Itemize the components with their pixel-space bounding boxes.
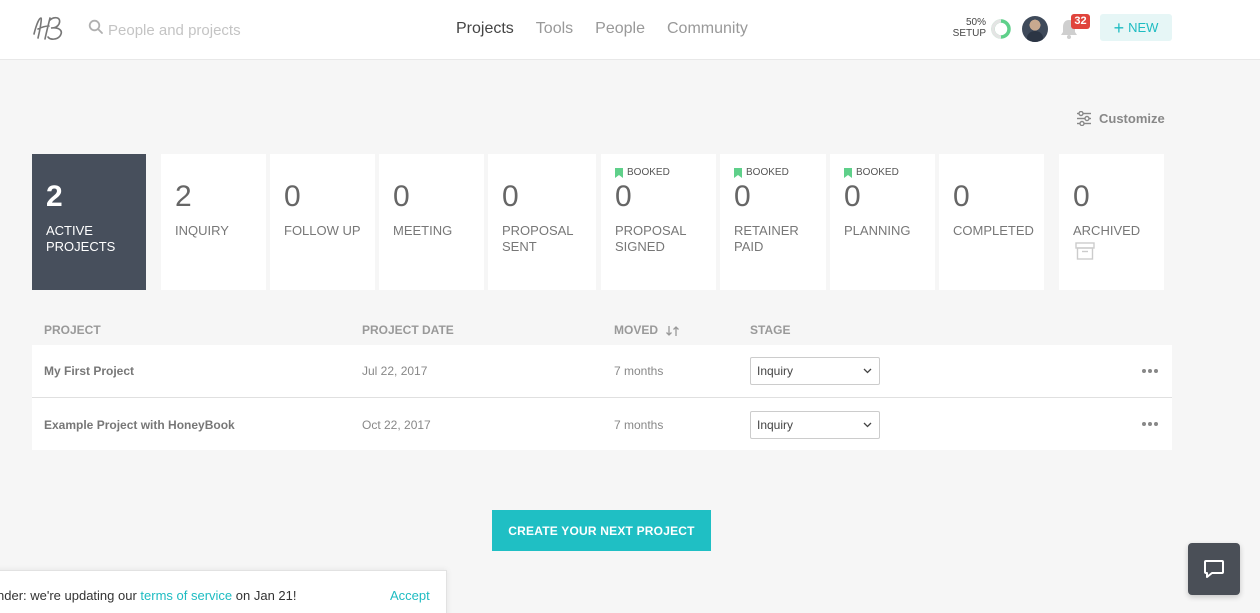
top-navigation-bar: Projects Tools People Community 50% SETU… <box>0 0 1260 60</box>
setup-percent: 50% <box>965 17 986 28</box>
stage-count: 0 <box>1073 180 1090 213</box>
nav-community[interactable]: Community <box>667 20 748 38</box>
booked-label: BOOKED <box>746 167 789 178</box>
project-moved: 7 months <box>614 418 664 432</box>
bookmark-icon <box>844 167 852 178</box>
stage-card-completed[interactable]: 0 COMPLETED <box>939 154 1044 290</box>
stage-card-archived[interactable]: 0 ARCHIVED <box>1059 154 1164 290</box>
project-moved: 7 months <box>614 364 664 378</box>
setup-text: SETUP <box>952 28 986 39</box>
stage-card-planning[interactable]: BOOKED 0 PLANNING <box>830 154 935 290</box>
stage-label: PLANNING <box>844 223 911 238</box>
chat-button[interactable] <box>1188 543 1240 595</box>
nav-projects[interactable]: Projects <box>456 20 514 38</box>
stage-label: ARCHIVED <box>1073 223 1141 238</box>
new-button-label: NEW <box>1128 20 1159 35</box>
chat-bubble-icon <box>1204 560 1224 578</box>
notice-suffix: on Jan 21! <box>232 588 297 603</box>
stage-card-inquiry[interactable]: 2 INQUIRY <box>161 154 266 290</box>
user-avatar[interactable] <box>1022 16 1048 42</box>
accept-button[interactable]: Accept <box>390 588 430 603</box>
project-date: Oct 22, 2017 <box>362 418 431 432</box>
archive-box-icon <box>1075 242 1095 260</box>
stage-count: 0 <box>615 180 632 213</box>
stage-label: ACTIVE PROJECTS <box>46 223 116 254</box>
column-header-stage[interactable]: STAGE <box>750 323 790 337</box>
stage-count: 0 <box>844 180 861 213</box>
sliders-icon <box>1077 111 1091 126</box>
column-header-moved[interactable]: MOVED <box>614 323 680 337</box>
stage-label: RETAINER PAID <box>734 223 799 254</box>
stage-card-proposal-sent[interactable]: 0 PROPOSAL SENT <box>488 154 596 290</box>
search-input[interactable] <box>108 17 308 43</box>
stage-count: 0 <box>953 180 970 213</box>
booked-label: BOOKED <box>627 167 670 178</box>
stage-select[interactable]: Inquiry <box>750 357 880 385</box>
stage-select-value: Inquiry <box>757 418 794 432</box>
stage-select[interactable]: Inquiry <box>750 411 880 439</box>
stage-label: PROPOSAL SENT <box>502 223 574 254</box>
main-nav: Projects Tools People Community <box>456 20 748 38</box>
nav-people[interactable]: People <box>595 20 645 38</box>
stage-count: 2 <box>175 180 192 213</box>
search-icon <box>88 19 103 34</box>
booked-tag: BOOKED <box>734 167 789 178</box>
notice-prefix: nder: we're updating our <box>0 588 141 603</box>
stage-label: FOLLOW UP <box>284 223 361 238</box>
terms-notice-banner: nder: we're updating our terms of servic… <box>0 570 447 613</box>
nav-tools[interactable]: Tools <box>536 20 573 38</box>
stage-label: MEETING <box>393 223 453 238</box>
table-row[interactable]: Example Project with HoneyBook Oct 22, 2… <box>32 397 1172 450</box>
stage-count: 2 <box>46 180 63 213</box>
stage-label: PROPOSAL SIGNED <box>615 223 687 254</box>
terms-notice-text: nder: we're updating our terms of servic… <box>0 588 296 603</box>
stage-label: INQUIRY <box>175 223 229 238</box>
bookmark-icon <box>734 167 742 178</box>
bookmark-icon <box>615 167 623 178</box>
stage-count: 0 <box>393 180 410 213</box>
column-header-moved-label: MOVED <box>614 323 659 337</box>
chevron-down-icon <box>863 368 872 374</box>
customize-label: Customize <box>1099 111 1165 126</box>
stage-card-follow-up[interactable]: 0 FOLLOW UP <box>270 154 375 290</box>
column-header-project-date[interactable]: PROJECT DATE <box>362 323 454 337</box>
booked-tag: BOOKED <box>844 167 899 178</box>
stage-count: 0 <box>284 180 301 213</box>
stage-count: 0 <box>734 180 751 213</box>
honeybook-logo-icon[interactable] <box>30 12 70 44</box>
customize-button[interactable]: Customize <box>1076 111 1165 126</box>
setup-progress-label[interactable]: 50% SETUP <box>946 17 986 39</box>
setup-progress-ring-icon[interactable] <box>990 18 1012 40</box>
sort-arrows-icon <box>666 325 680 336</box>
stage-card-meeting[interactable]: 0 MEETING <box>379 154 484 290</box>
project-date: Jul 22, 2017 <box>362 364 428 378</box>
create-next-project-button[interactable]: CREATE YOUR NEXT PROJECT <box>492 510 711 551</box>
stage-card-active-projects[interactable]: 2 ACTIVE PROJECTS <box>32 154 146 290</box>
table-row[interactable]: My First Project Jul 22, 2017 7 months I… <box>32 345 1172 397</box>
project-name[interactable]: Example Project with HoneyBook <box>44 418 235 432</box>
chevron-down-icon <box>863 422 872 428</box>
project-name[interactable]: My First Project <box>44 364 134 378</box>
new-button[interactable]: + NEW <box>1100 14 1172 41</box>
stage-count: 0 <box>502 180 519 213</box>
stage-label: COMPLETED <box>953 223 1034 238</box>
plus-icon: + <box>1113 17 1125 38</box>
column-header-project[interactable]: PROJECT <box>44 323 101 337</box>
stage-select-value: Inquiry <box>757 364 794 378</box>
booked-label: BOOKED <box>856 167 899 178</box>
terms-of-service-link[interactable]: terms of service <box>140 588 232 603</box>
stage-card-retainer-paid[interactable]: BOOKED 0 RETAINER PAID <box>720 154 826 290</box>
notification-count-badge[interactable]: 32 <box>1071 14 1090 29</box>
more-options-icon[interactable] <box>1140 361 1160 381</box>
stage-card-proposal-signed[interactable]: BOOKED 0 PROPOSAL SIGNED <box>601 154 716 290</box>
booked-tag: BOOKED <box>615 167 670 178</box>
more-options-icon[interactable] <box>1140 414 1160 434</box>
